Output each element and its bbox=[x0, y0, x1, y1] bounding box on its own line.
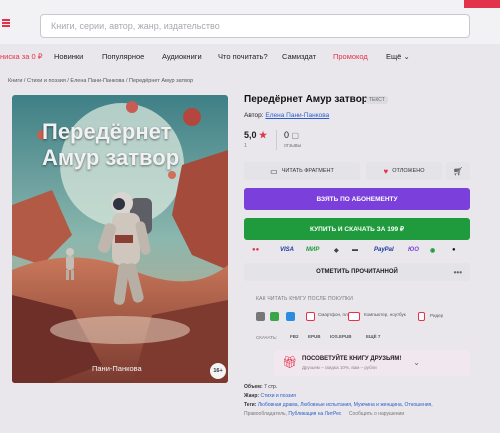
meta-extra: Правообладатель, Публикация на ЛитРес Со… bbox=[244, 411, 405, 417]
format-more[interactable]: ЕЩЁ 7 bbox=[366, 334, 380, 339]
read-fragment-label: ЧИТАТЬ ФРАГМЕНТ bbox=[281, 168, 334, 174]
sberpay-icon: ◉ bbox=[430, 248, 436, 254]
cart-icon: 🛒︎ bbox=[452, 166, 464, 176]
subscribe-button[interactable]: ВЗЯТЬ ПО АБОНЕМЕНТУ bbox=[244, 188, 470, 210]
header-accent bbox=[464, 0, 500, 8]
windows-icon bbox=[286, 312, 295, 321]
search-placeholder: Книги, серии, автор, жанр, издательство bbox=[51, 21, 220, 31]
nav-item-new[interactable]: Новинки bbox=[54, 52, 83, 61]
wallet-icon: ▬ bbox=[352, 247, 358, 253]
volume-value: 7 стр. bbox=[264, 384, 278, 390]
genre-label: Жанр: bbox=[244, 393, 260, 399]
report-link[interactable]: Сообщить о нарушении bbox=[349, 411, 404, 417]
reviews-count: 0 bbox=[284, 130, 290, 140]
payment-methods: ●● VISA МИР ◆ ▬ PayPal ЮО ◉ ● bbox=[252, 247, 468, 257]
volume-label: Объем: bbox=[244, 384, 263, 390]
tags-link[interactable]: Любовная драма, Любовные испытания, Мужч… bbox=[258, 402, 433, 408]
reviews-count-wrap[interactable]: 0 ▢ bbox=[284, 130, 299, 140]
genre-link[interactable]: Стихи и поэзия bbox=[261, 393, 296, 399]
heart-icon: ♥ bbox=[383, 166, 389, 176]
nav-item-samizdat[interactable]: Самиздат bbox=[282, 52, 316, 61]
nav-item-what-to-read[interactable]: Что почитать? bbox=[218, 52, 268, 61]
breadcrumb[interactable]: Книги / Стихи и поэзия / Елена Пани-Панк… bbox=[8, 78, 193, 84]
cover-author: Пани-Панкова bbox=[92, 364, 142, 373]
android-icon bbox=[270, 312, 279, 321]
comment-icon: ▢ bbox=[291, 131, 300, 140]
search-input[interactable]: Книги, серии, автор, жанр, издательство bbox=[40, 14, 470, 38]
gift-icon: 🎁︎ bbox=[282, 355, 298, 369]
menu-icon[interactable] bbox=[2, 19, 10, 27]
rating-count: 1 bbox=[244, 143, 247, 149]
nav-item-popular[interactable]: Популярное bbox=[102, 52, 144, 61]
payment-yumoney: ЮО bbox=[408, 247, 419, 253]
book-icon: ▭ bbox=[270, 166, 278, 176]
laptop-icon bbox=[348, 312, 360, 321]
nav-promo-left[interactable]: ниска за 0 ₽ bbox=[0, 52, 43, 61]
advise-title: ПОСОВЕТУЙТЕ КНИГУ ДРУЗЬЯМ! bbox=[302, 356, 402, 362]
device-computer[interactable]: Компьютер, ноутбук bbox=[364, 312, 406, 317]
how-to-read-heading: КАК ЧИТАТЬ КНИГУ ПОСЛЕ ПОКУПКИ bbox=[256, 296, 354, 302]
tags-label: Теги: bbox=[244, 402, 257, 408]
main-nav: ниска за 0 ₽ Новинки Популярное Аудиокни… bbox=[0, 52, 500, 66]
page-title: Передёрнет Амур затвор bbox=[244, 94, 368, 105]
sbp-icon: ◆ bbox=[334, 248, 339, 254]
author-line: Автор: Елена Пани-Панкова bbox=[244, 112, 329, 119]
nav-item-audiobooks[interactable]: Аудиокниги bbox=[162, 52, 202, 61]
rights-holder: Правообладатель bbox=[244, 411, 286, 417]
chevron-down-icon: ⌄ bbox=[413, 358, 420, 367]
apple-pay-icon: ● bbox=[452, 247, 456, 253]
postpone-button[interactable]: ♥ ОТЛОЖЕНО bbox=[366, 162, 442, 180]
payment-paypal: PayPal bbox=[374, 247, 394, 253]
apple-icon bbox=[256, 312, 265, 321]
format-ios-epub[interactable]: IOS.EPUB bbox=[330, 334, 352, 339]
age-rating-badge: 16+ bbox=[210, 363, 226, 379]
mark-read-label: ОТМЕТИТЬ ПРОЧИТАННОЙ bbox=[316, 269, 398, 275]
payment-visa: VISA bbox=[280, 247, 295, 253]
device-reader[interactable]: Ридер bbox=[430, 313, 443, 318]
author-label: Автор: bbox=[244, 112, 264, 119]
chevron-down-icon: ⌄ bbox=[403, 52, 410, 61]
top-bar: Книги, серии, автор, жанр, издательство bbox=[0, 0, 500, 44]
cover-title: Передёрнет Амур затвор bbox=[42, 119, 180, 170]
nav-item-promocode[interactable]: Промокод bbox=[333, 52, 368, 61]
publication-link[interactable]: Публикация на ЛитРес bbox=[288, 411, 341, 417]
meta-volume: Объем: 7 стр. bbox=[244, 384, 277, 390]
card-brand-icon: ●● bbox=[252, 247, 260, 253]
read-fragment-button[interactable]: ▭ ЧИТАТЬ ФРАГМЕНТ bbox=[244, 162, 360, 180]
meta-tags: Теги: Любовная драма, Любовные испытания… bbox=[244, 402, 433, 408]
ereader-icon bbox=[418, 312, 425, 321]
payment-mir: МИР bbox=[306, 247, 320, 253]
book-cover[interactable]: Передёрнет Амур затвор Пани-Панкова 16+ bbox=[12, 95, 228, 383]
format-fb2[interactable]: FB2 bbox=[290, 334, 299, 339]
advise-subtitle: Друзьям – скидка 10%, вам – рубли bbox=[302, 365, 377, 370]
buy-button[interactable]: КУПИТЬ И СКАЧАТЬ ЗА 199 ₽ bbox=[244, 218, 470, 240]
more-dots-icon[interactable]: ••• bbox=[454, 268, 462, 277]
rating-divider bbox=[276, 130, 277, 150]
rating-number: 5,0 bbox=[244, 130, 257, 140]
star-icon: ★ bbox=[259, 130, 268, 140]
smartphone-icon bbox=[306, 312, 315, 321]
nav-item-more[interactable]: Ещё ⌄ bbox=[386, 52, 410, 61]
meta-genre: Жанр: Стихи и поэзия bbox=[244, 393, 296, 399]
author-link[interactable]: Елена Пани-Панкова bbox=[265, 112, 329, 119]
advise-friends-banner[interactable]: 🎁︎ ПОСОВЕТУЙТЕ КНИГУ ДРУЗЬЯМ! Друзьям – … bbox=[274, 350, 470, 376]
postponed-label: ОТЛОЖЕНО bbox=[392, 168, 425, 174]
format-epub[interactable]: EPUB bbox=[308, 334, 321, 339]
cart-button[interactable]: 🛒︎ bbox=[446, 162, 470, 180]
nav-more-label: Ещё bbox=[386, 52, 402, 61]
download-label: СКАЧАТЬ: bbox=[256, 335, 278, 340]
rating-value[interactable]: 5,0 ★ bbox=[244, 130, 267, 141]
mark-read-button[interactable]: ОТМЕТИТЬ ПРОЧИТАННОЙ ••• bbox=[244, 263, 470, 281]
reviews-label: отзывы bbox=[284, 143, 302, 149]
book-type-badge: ТЕКСТ bbox=[366, 96, 388, 104]
